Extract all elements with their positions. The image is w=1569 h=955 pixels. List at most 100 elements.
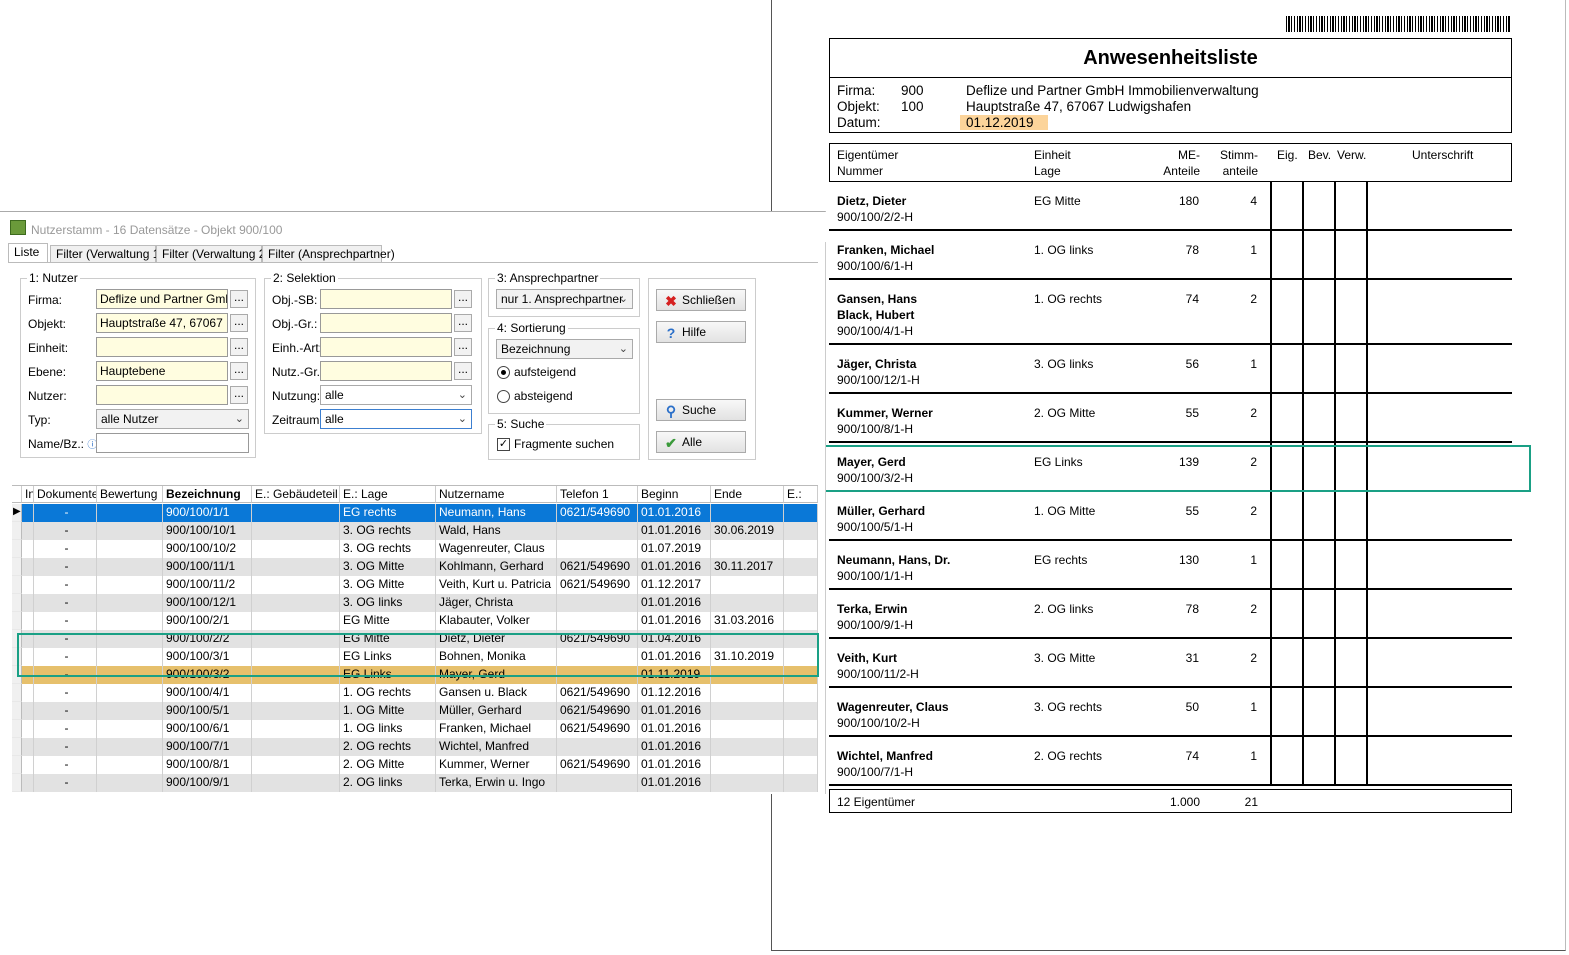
suche-button[interactable]: ⚲ Suche	[656, 399, 746, 421]
row-selector[interactable]	[12, 684, 22, 702]
cell-lage: 1. OG Mitte	[340, 702, 436, 720]
cell-dokumente: -	[34, 558, 97, 576]
col-e-header[interactable]: E.:	[784, 486, 818, 503]
sortierung-select[interactable]: Bezeichnung ⌄	[496, 339, 633, 359]
cell-telefon	[557, 774, 638, 792]
tab-filter-verwaltung-1[interactable]: Filter (Verwaltung 1)	[50, 245, 163, 263]
row-selector[interactable]	[12, 522, 22, 540]
objgr-field[interactable]	[320, 313, 452, 333]
group-ansprechpartner: 3: Ansprechpartner nur 1. Ansprechpartne…	[488, 271, 640, 317]
col-bezeichnung-header[interactable]: Bezeichnung	[163, 486, 252, 503]
col-info-header[interactable]: Info	[22, 486, 34, 503]
nutzer-lookup-button[interactable]: ...	[230, 386, 248, 404]
stimm-anteile: 1	[1250, 749, 1257, 763]
col-gebaeudeteil-header[interactable]: E.: Gebäudeteil	[252, 486, 340, 503]
tab-filter-verwaltung-2[interactable]: Filter (Verwaltung 2)	[156, 245, 269, 263]
table-row[interactable]: - 900/100/11/2 3. OG Mitte Veith, Kurt u. P…	[12, 576, 818, 594]
table-row[interactable]: - 900/100/9/1 2. OG links Terka, Erwin u. I…	[12, 774, 818, 792]
firma-lookup-button[interactable]: ...	[230, 290, 248, 308]
col-lage-header[interactable]: E.: Lage	[340, 486, 436, 503]
owner-name: Gansen, Hans	[837, 292, 918, 306]
aufsteigend-radio[interactable]	[497, 366, 510, 379]
cell-ende: 30.11.2017	[711, 558, 784, 576]
objsb-field[interactable]	[320, 289, 452, 309]
alle-button[interactable]: ✔ Alle	[656, 431, 746, 453]
row-selector[interactable]	[12, 540, 22, 558]
report-row: Kummer, Werner 900/100/8/1-H 2. OG Mitte 55…	[829, 394, 1512, 443]
firma-field[interactable]: Deflize und Partner GmbH	[96, 289, 228, 309]
absteigend-radio[interactable]	[497, 390, 510, 403]
einhart-lookup-button[interactable]: ...	[454, 338, 472, 356]
col-dokumente-header[interactable]: Dokumente	[34, 486, 97, 503]
row-selector[interactable]	[12, 738, 22, 756]
table-row[interactable]: -900/100/4/1 1. OG rechts Gansen u. Black 0…	[12, 684, 818, 702]
row-selector[interactable]	[12, 558, 22, 576]
ebene-field[interactable]: Hauptebene	[96, 361, 228, 381]
col-beginn-header[interactable]: Beginn	[638, 486, 711, 503]
cell-telefon	[557, 540, 638, 558]
row-selector[interactable]	[12, 774, 22, 792]
fragmente-checkbox[interactable]: ✓	[497, 438, 510, 451]
table-row[interactable]: -900/100/6/1 1. OG links Franken, Michael 0…	[12, 720, 818, 738]
table-row[interactable]: - 900/100/10/2 3. OG rechts Wagenreuter, Cl…	[12, 540, 818, 558]
owner-number: 900/100/7/1-H	[837, 765, 914, 779]
col-ende-header[interactable]: Ende	[711, 486, 784, 503]
objekt-field[interactable]: Hauptstraße 47, 67067 Lud	[96, 313, 228, 333]
owner-name: Wichtel, Manfred	[837, 749, 933, 763]
table-row[interactable]: ▶ - 900/100/1/1 EG rechts Neumann, Hans 0621/…	[12, 504, 818, 522]
report-title: Anwesenheitsliste	[829, 38, 1512, 78]
col-nutzername-header[interactable]: Nutzername	[436, 486, 557, 503]
col-telefon-header[interactable]: Telefon 1	[557, 486, 638, 503]
unit-lage: 1. OG links	[1034, 243, 1094, 257]
tab-liste[interactable]: Liste	[8, 243, 48, 263]
owner-name: Kummer, Werner	[837, 406, 933, 420]
cell-telefon: 0621/549690	[557, 558, 638, 576]
objgr-lookup-button[interactable]: ...	[454, 314, 472, 332]
row-selector[interactable]	[12, 594, 22, 612]
hilfe-button[interactable]: ? Hilfe	[656, 321, 746, 343]
row-selector[interactable]	[12, 702, 22, 720]
nutzer-field[interactable]	[96, 385, 228, 405]
group-suche: 5: Suche ✓ Fragmente suchen	[488, 417, 640, 460]
cell-nutzername: Gansen u. Black	[436, 684, 557, 702]
row-selector[interactable]	[12, 720, 22, 738]
nutzgr-field[interactable]	[320, 361, 452, 381]
einheit-field[interactable]	[96, 337, 228, 357]
table-row[interactable]: - 900/100/7/1 2. OG rechts Wichtel, Manfred…	[12, 738, 818, 756]
table-row[interactable]: - 900/100/2/1 EG Mitte Klabauter, Volker 01.…	[12, 612, 818, 630]
schliessen-button[interactable]: ✖ Schließen	[656, 289, 746, 311]
table-row[interactable]: - 900/100/10/1 3. OG rechts Wald, Hans 01.01…	[12, 522, 818, 540]
objekt-lookup-button[interactable]: ...	[230, 314, 248, 332]
col-bewertung-header[interactable]: Bewertung	[97, 486, 163, 503]
owner-number: 900/100/5/1-H	[837, 520, 914, 534]
table-row[interactable]: - 900/100/8/1 2. OG Mitte Kummer, Werner 062…	[12, 756, 818, 774]
cell-telefon: 0621/549690	[557, 576, 638, 594]
cell-lage: 3. OG rechts	[340, 522, 436, 540]
cell-lage: 3. OG Mitte	[340, 558, 436, 576]
nutzgr-lookup-button[interactable]: ...	[454, 362, 472, 380]
table-row[interactable]: - 900/100/5/1 1. OG Mitte Müller, Gerhard 06…	[12, 702, 818, 720]
typ-select[interactable]: alle Nutzer ⌄	[96, 409, 249, 429]
table-row[interactable]: - 900/100/12/1 3. OG links Jäger, Christa 01…	[12, 594, 818, 612]
row-selector[interactable]	[12, 576, 22, 594]
einheit-lookup-button[interactable]: ...	[230, 338, 248, 356]
name-field[interactable]	[96, 433, 249, 453]
cell-lage: EG Mitte	[340, 612, 436, 630]
einhart-field[interactable]	[320, 337, 452, 357]
cell-dokumente: -	[34, 612, 97, 630]
cell-beginn: 01.01.2016	[638, 720, 711, 738]
objsb-lookup-button[interactable]: ...	[454, 290, 472, 308]
row-selector[interactable]	[12, 756, 22, 774]
zeitraum-select[interactable]: alle ⌄	[320, 409, 472, 429]
row-selector[interactable]: ▶	[12, 504, 22, 522]
ebene-lookup-button[interactable]: ...	[230, 362, 248, 380]
row-selector[interactable]	[12, 612, 22, 630]
tab-filter-ansprechpartner[interactable]: Filter (Ansprechpartner)	[262, 245, 395, 263]
nutzung-select[interactable]: alle ⌄	[320, 385, 472, 405]
cell-ende	[711, 504, 784, 522]
table-row[interactable]: - 900/100/11/1 3. OG Mitte Kohlmann, Gerhar…	[12, 558, 818, 576]
cell-bezeichnung: 900/100/10/1	[163, 522, 252, 540]
ansprechpartner-select[interactable]: nur 1. Ansprechpartner ⌄	[496, 289, 633, 309]
cell-beginn: 01.01.2016	[638, 612, 711, 630]
owner-number: 900/100/2/2-H	[837, 210, 914, 224]
